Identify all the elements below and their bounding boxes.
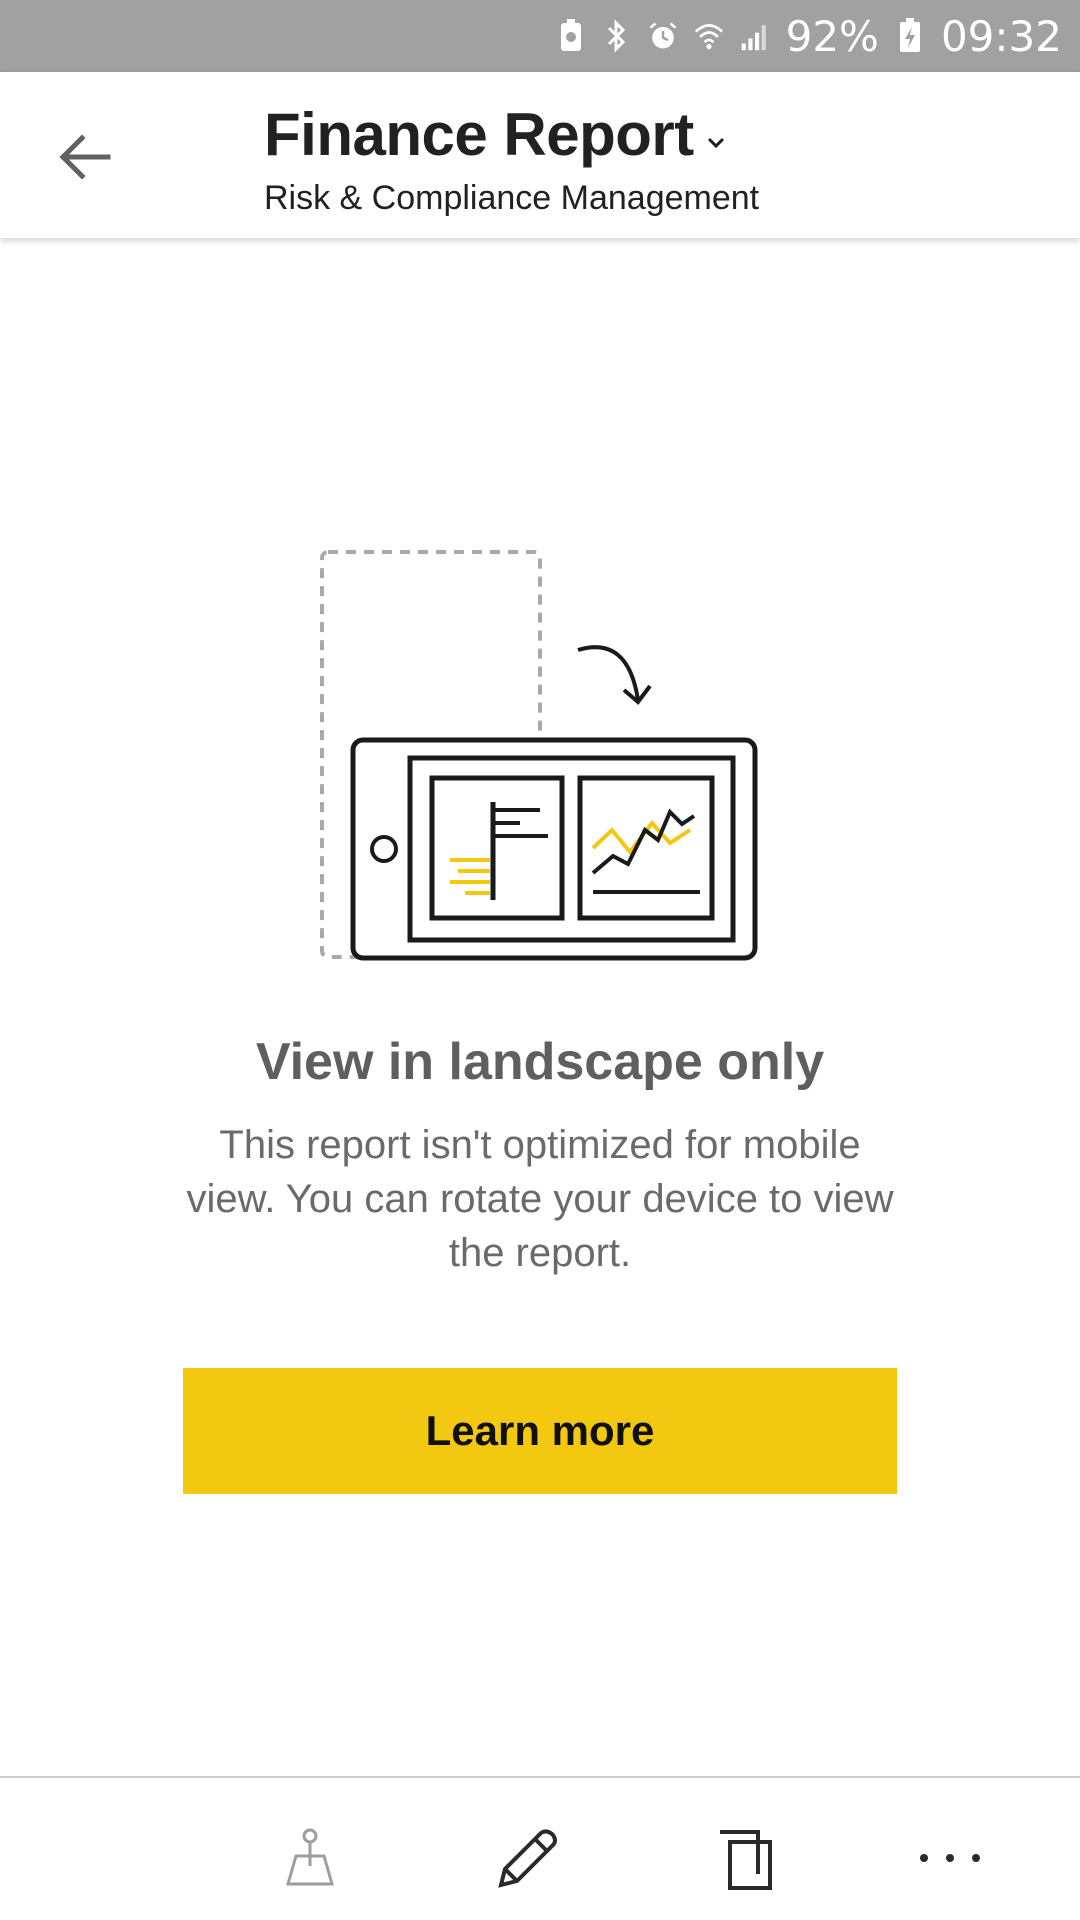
rotate-device-illustration xyxy=(310,540,770,970)
wifi-icon xyxy=(694,18,724,54)
duplicate-button[interactable] xyxy=(706,1818,786,1898)
bluetooth-icon xyxy=(602,18,632,54)
battery-percent: 92% xyxy=(785,11,879,61)
report-title-group[interactable]: Finance Report Risk & Compliance Managem… xyxy=(264,100,759,218)
map-pin-icon xyxy=(286,1828,334,1886)
back-button[interactable] xyxy=(50,122,120,192)
page-subtitle: Risk & Compliance Management xyxy=(264,179,760,217)
alarm-icon xyxy=(648,18,678,54)
more-icon xyxy=(920,1854,980,1862)
landscape-heading: View in landscape only xyxy=(255,1033,825,1091)
signal-icon xyxy=(740,18,770,54)
landscape-description: This report isn't optimized for mobile v… xyxy=(186,1123,894,1275)
status-bar: 92% 09:32 xyxy=(0,0,1080,72)
duplicate-icon xyxy=(720,1830,772,1890)
app-bar: Finance Report Risk & Compliance Managem… xyxy=(0,72,1080,238)
pencil-icon xyxy=(498,1829,557,1888)
chevron-down-icon[interactable] xyxy=(704,131,728,155)
learn-more-button[interactable]: Learn more xyxy=(183,1368,897,1494)
arrow-left-icon xyxy=(59,134,111,180)
charging-battery-icon xyxy=(895,18,925,54)
annotate-button[interactable] xyxy=(488,1818,568,1898)
clock: 09:32 xyxy=(940,11,1062,61)
more-button[interactable] xyxy=(910,1818,990,1898)
map-pin-button[interactable] xyxy=(270,1818,350,1898)
battery-saver-icon xyxy=(556,18,586,54)
bottom-toolbar xyxy=(0,1776,1080,1920)
page-title[interactable]: Finance Report xyxy=(264,100,694,169)
